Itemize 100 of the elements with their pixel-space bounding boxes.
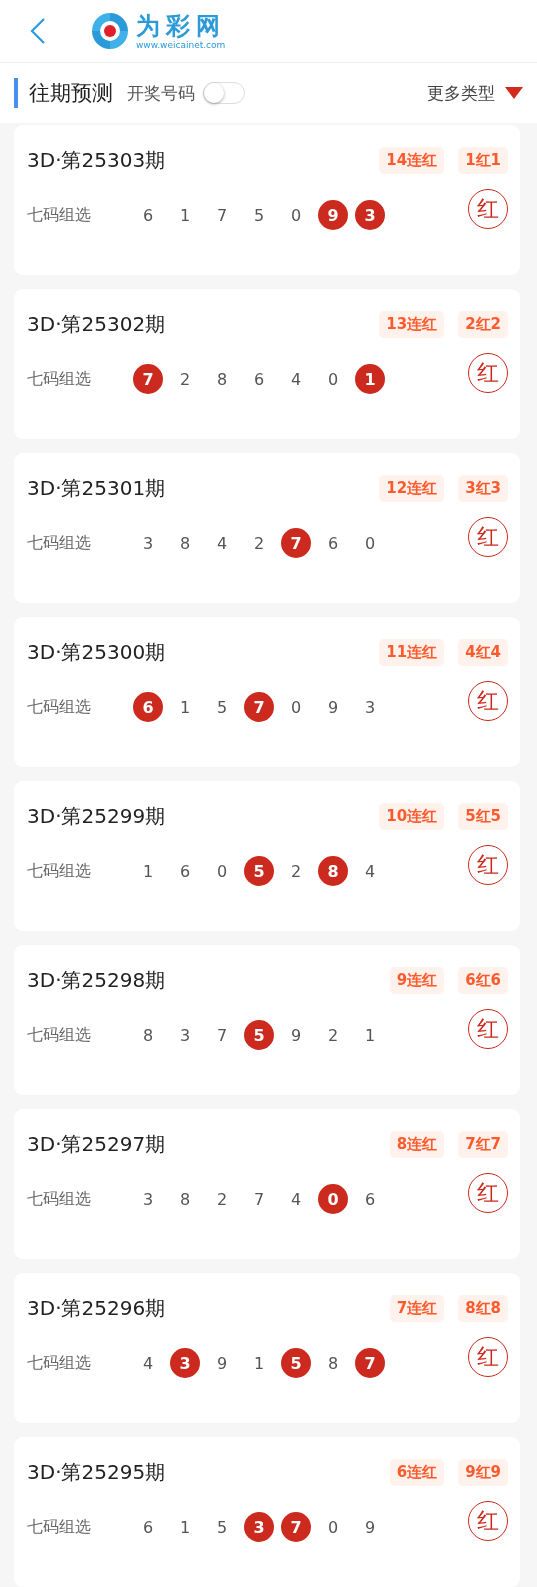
back-icon[interactable]: [28, 17, 48, 45]
period-title: 3D·第25298期: [27, 966, 166, 994]
period-title: 3D·第25297期: [27, 1130, 166, 1158]
play-type-label: 七码组选: [27, 532, 92, 554]
play-type-label: 七码组选: [27, 1352, 92, 1374]
number: 9: [289, 1024, 303, 1047]
period-title: 3D·第25303期: [27, 146, 166, 174]
hit-number-ball: 5: [281, 1348, 311, 1378]
number: 2: [178, 368, 192, 391]
number: 6: [252, 368, 266, 391]
number: 8: [215, 368, 229, 391]
number: 8: [326, 1352, 340, 1375]
hit-number-ball: 3: [355, 200, 385, 230]
streak-tag: 13连红: [379, 310, 445, 338]
hit-number-ball: 1: [355, 364, 385, 394]
more-types-dropdown[interactable]: 更多类型: [427, 81, 523, 105]
number: 4: [215, 532, 229, 555]
streak-tag: 8连红: [389, 1130, 445, 1158]
hit-tag: 8红8: [458, 1294, 508, 1322]
hit-tag: 9红9: [458, 1458, 508, 1486]
number: 9: [363, 1516, 377, 1539]
number: 6: [326, 532, 340, 555]
hit-tag: 3红3: [458, 474, 508, 502]
number: 6: [363, 1188, 377, 1211]
play-type-label: 七码组选: [27, 204, 92, 226]
number: 1: [178, 204, 192, 227]
number: 1: [363, 1024, 377, 1047]
hit-number-ball: 3: [244, 1512, 274, 1542]
number: 9: [215, 1352, 229, 1375]
number: 7: [215, 1024, 229, 1047]
number: 9: [326, 696, 340, 719]
number: 6: [178, 860, 192, 883]
number: 2: [326, 1024, 340, 1047]
number: 0: [326, 1516, 340, 1539]
streak-tag: 14连红: [379, 146, 445, 174]
streak-tag: 12连红: [379, 474, 445, 502]
number: 8: [178, 532, 192, 555]
number: 7: [252, 1188, 266, 1211]
number: 5: [215, 696, 229, 719]
number: 1: [252, 1352, 266, 1375]
number: 2: [215, 1188, 229, 1211]
number: 4: [289, 368, 303, 391]
number: 0: [289, 204, 303, 227]
play-type-label: 七码组选: [27, 860, 92, 882]
hit-number-ball: 7: [133, 364, 163, 394]
number: 3: [178, 1024, 192, 1047]
number: 0: [363, 532, 377, 555]
hit-tag: 2红2: [458, 310, 508, 338]
period-title: 3D·第25299期: [27, 802, 166, 830]
number: 1: [141, 860, 155, 883]
number: 8: [141, 1024, 155, 1047]
streak-tag: 10连红: [379, 802, 445, 830]
streak-tag: 7连红: [389, 1294, 445, 1322]
number: 5: [215, 1516, 229, 1539]
play-type-label: 七码组选: [27, 368, 92, 390]
number: 1: [178, 696, 192, 719]
play-type-label: 七码组选: [27, 696, 92, 718]
number: 2: [289, 860, 303, 883]
period-title: 3D·第25300期: [27, 638, 166, 666]
number: 6: [141, 1516, 155, 1539]
hit-tag: 7红7: [458, 1130, 508, 1158]
hit-number-ball: 7: [281, 1512, 311, 1542]
toggle-label: 开奖号码: [127, 81, 195, 105]
hit-number-ball: 8: [318, 856, 348, 886]
streak-tag: 6连红: [389, 1458, 445, 1486]
number: 1: [178, 1516, 192, 1539]
number: 0: [289, 696, 303, 719]
hit-tag: 6红6: [458, 966, 508, 994]
number: 5: [252, 204, 266, 227]
play-type-label: 七码组选: [27, 1188, 92, 1210]
hit-tag: 4红4: [458, 638, 508, 666]
play-type-label: 七码组选: [27, 1024, 92, 1046]
number: 2: [252, 532, 266, 555]
toggle-switch[interactable]: [203, 82, 245, 104]
logo-name: 为彩网: [136, 11, 226, 40]
accent-bar: [14, 78, 18, 108]
section-title: 往期预测: [29, 80, 113, 107]
hit-number-ball: 9: [318, 200, 348, 230]
logo-icon: [90, 11, 130, 51]
streak-tag: 9连红: [389, 966, 445, 994]
play-type-label: 七码组选: [27, 1516, 92, 1538]
caret-icon: [505, 87, 523, 99]
number: 0: [215, 860, 229, 883]
period-title: 3D·第25301期: [27, 474, 166, 502]
hit-number-ball: 7: [281, 528, 311, 558]
hit-number-ball: 0: [318, 1184, 348, 1214]
number: 4: [363, 860, 377, 883]
hit-number-ball: 7: [244, 692, 274, 722]
hit-tag: 1红1: [458, 146, 508, 174]
number: 8: [178, 1188, 192, 1211]
number: 7: [215, 204, 229, 227]
period-title: 3D·第25295期: [27, 1458, 166, 1486]
hit-number-ball: 7: [355, 1348, 385, 1378]
period-title: 3D·第25296期: [27, 1294, 166, 1322]
hit-number-ball: 5: [244, 856, 274, 886]
number: 3: [141, 1188, 155, 1211]
number: 4: [289, 1188, 303, 1211]
hit-number-ball: 6: [133, 692, 163, 722]
hit-tag: 5红5: [458, 802, 508, 830]
period-title: 3D·第25302期: [27, 310, 166, 338]
